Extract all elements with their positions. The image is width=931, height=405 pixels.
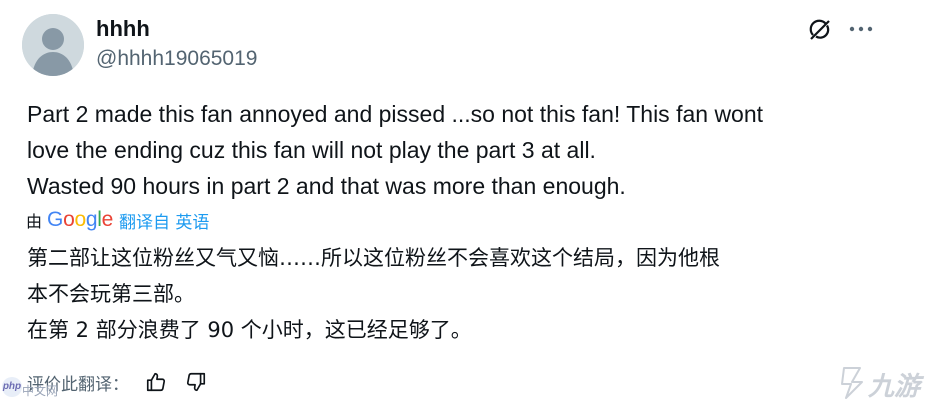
php-logo: php <box>2 377 22 397</box>
jiuyou-watermark-text: 九游 <box>868 372 921 402</box>
translated-line: 第二部让这位粉丝又气又恼……所以这位粉丝不会喜欢这个结局，因为他根 <box>27 246 720 270</box>
tweet-body-line: Part 2 made this fan annoyed and pissed … <box>27 101 764 127</box>
php-cn-watermark-text: 中文网 <box>22 384 59 398</box>
thumbs-down-button[interactable] <box>183 369 209 395</box>
avatar[interactable] <box>22 14 84 76</box>
more-button[interactable] <box>845 15 877 43</box>
jiuyou-watermark: 九游 <box>838 362 928 402</box>
author-handle[interactable]: @hhhh19065019 <box>96 46 257 72</box>
translated-body: 第二部让这位粉丝又气又恼……所以这位粉丝不会喜欢这个结局，因为他根 本不会玩第三… <box>27 240 907 348</box>
thumbs-down-icon <box>186 372 206 392</box>
thumbs-up-icon <box>146 372 166 392</box>
grok-icon <box>809 19 830 40</box>
google-logo: Google <box>47 208 113 231</box>
translated-by-prefix: 由 <box>26 212 43 231</box>
tweet-card: hhhh @hhhh19065019 Part 2 made this fan … <box>0 0 931 405</box>
php-cn-watermark: php 中文网 <box>0 377 62 405</box>
translated-line: 本不会玩第三部。 <box>27 282 195 306</box>
author-name[interactable]: hhhh <box>96 15 150 43</box>
tweet-body-line: Wasted 90 hours in part 2 and that was m… <box>27 173 626 199</box>
default-avatar-icon <box>22 14 84 76</box>
translation-notice: 由 Google 翻译自 英语 <box>26 206 209 234</box>
grok-button[interactable] <box>806 15 834 43</box>
more-icon <box>849 26 873 32</box>
thumbs-up-button[interactable] <box>143 369 169 395</box>
tweet-body: Part 2 made this fan annoyed and pissed … <box>27 96 907 204</box>
translated-from-link[interactable]: 翻译自 英语 <box>119 208 209 233</box>
translated-line: 在第 2 部分浪费了 90 个小时，这已经足够了。 <box>27 318 472 342</box>
tweet-body-line: love the ending cuz this fan will not pl… <box>27 137 596 163</box>
